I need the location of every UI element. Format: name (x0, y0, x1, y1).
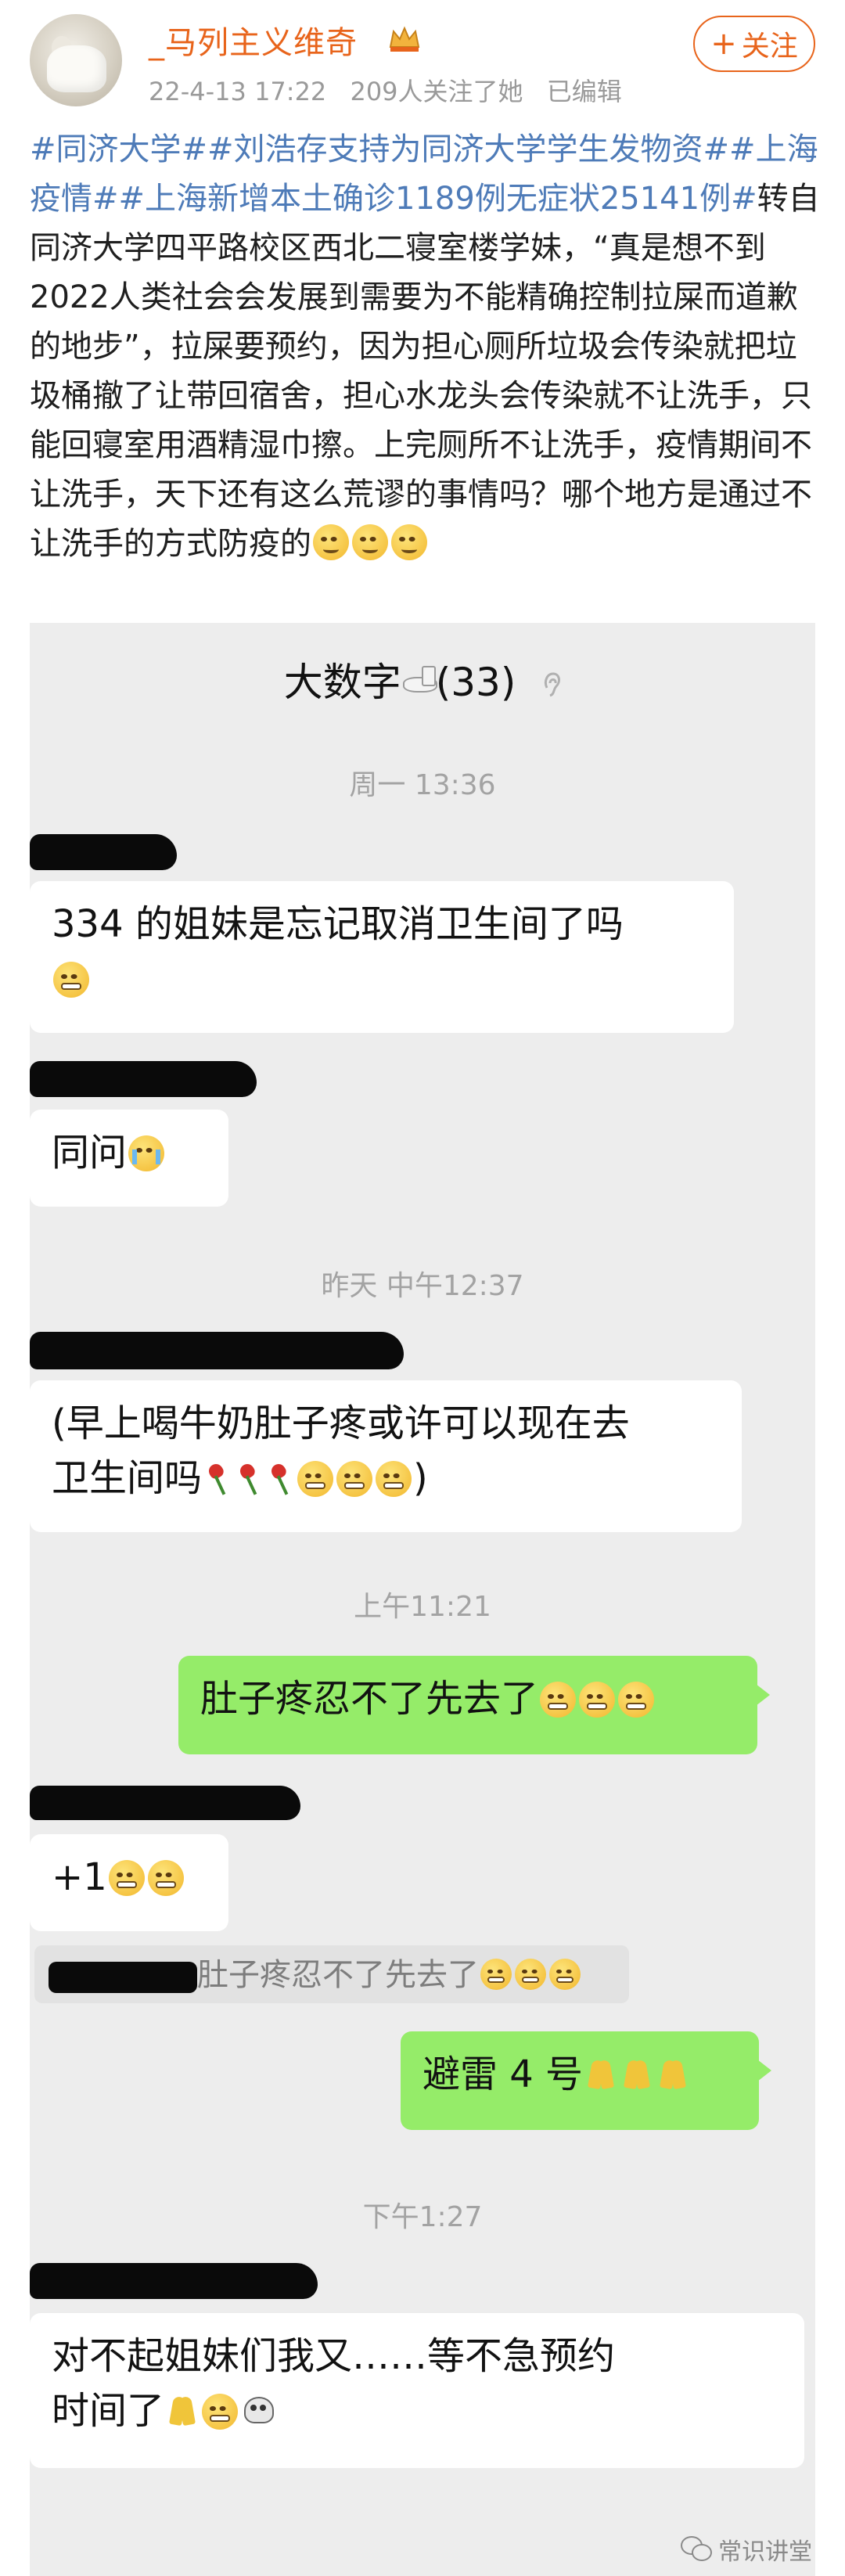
chat-timestamp: 下午1:27 (362, 2201, 483, 2233)
grimace-emoji-icon (53, 962, 89, 998)
chat-message[interactable]: +1 (30, 1834, 228, 1931)
post-body: 转自同济大学四平路校区西北二寝室楼学妹，“真是想不到2022人类社会会发展到需要… (30, 181, 820, 562)
grimace-emoji-icon (515, 1959, 546, 1990)
avatar[interactable] (30, 14, 122, 106)
chat-message-self[interactable]: 避雷 4 号 (401, 2031, 771, 2130)
wechat-icon (681, 2536, 712, 2563)
pray-hands-icon (620, 2057, 654, 2092)
toilet-icon (401, 666, 437, 700)
sweat-smile-icon (352, 524, 388, 560)
redacted-sender (30, 834, 177, 870)
follow-label: 关注 (741, 31, 798, 63)
grimace-emoji-icon (618, 1682, 655, 1718)
chat-message[interactable]: 同问 (30, 1110, 228, 1207)
skull-icon (241, 2395, 275, 2430)
chat-message[interactable]: 对不起姐妹们我又……等不急预约 时间了 (30, 2313, 804, 2468)
plus-icon: + (710, 26, 737, 62)
quoted-message[interactable]: 肚子疼忍不了先去了 (34, 1945, 629, 2003)
redacted-sender (30, 1786, 300, 1820)
edited-label: 已编辑 (546, 77, 622, 106)
chat-title: 大数字 (33) (30, 651, 815, 707)
grimace-emoji-icon (108, 1860, 145, 1896)
redacted-sender (30, 1332, 404, 1369)
post-time: 22-4-13 17:22 (149, 77, 327, 106)
grimace-emoji-icon (480, 1959, 512, 1990)
chat-message[interactable]: (早上喝牛奶肚子疼或许可以现在去 卫生间吗) (30, 1380, 742, 1532)
post-meta: 22-4-13 17:22 209人关注了她 已编辑 (149, 72, 638, 108)
pray-hands-icon (165, 2394, 200, 2428)
chat-message-self[interactable]: 肚子疼忍不了先去了 (178, 1656, 770, 1754)
username[interactable]: _马列主义维奇 (149, 17, 358, 63)
chat-timestamp: 上午11:21 (354, 1591, 491, 1623)
crying-emoji-icon (128, 1135, 165, 1171)
watermark: 常识讲堂 (681, 2532, 812, 2567)
hashtags[interactable]: #同济大学##刘浩存支持为同济大学学生发物资##上海疫情##上海新增本土确诊11… (30, 131, 818, 217)
followers-count: 209人关注了她 (350, 77, 523, 106)
wilted-rose-icon (203, 1459, 232, 1497)
grimace-emoji-icon (549, 1959, 581, 1990)
redacted-sender (49, 1962, 197, 1993)
ear-icon (545, 672, 561, 697)
pray-hands-icon (656, 2057, 690, 2092)
redacted-sender (30, 2263, 318, 2299)
crown-badge-icon (389, 26, 420, 52)
wilted-rose-icon (265, 1459, 295, 1497)
chat-timestamp: 周一 13:36 (349, 769, 496, 801)
grimace-emoji-icon (147, 1860, 184, 1896)
grimace-emoji-icon (202, 2394, 239, 2430)
chat-message[interactable]: 334 的姐妹是忘记取消卫生间了吗 (30, 881, 734, 1033)
grimace-emoji-icon (297, 1461, 334, 1497)
grimace-emoji-icon (336, 1461, 373, 1497)
post-text: #同济大学##刘浩存支持为同济大学学生发物资##上海疫情##上海新增本土确诊11… (30, 125, 820, 569)
chat-screenshot: 大数字 (33) 周一 13:36 334 的姐妹是忘记取消卫生间了吗 同问 昨天… (30, 623, 815, 2576)
redacted-sender (30, 1061, 257, 1097)
sweat-smile-icon (313, 524, 349, 560)
follow-button[interactable]: + 关注 (693, 16, 815, 72)
grimace-emoji-icon (376, 1461, 412, 1497)
wilted-rose-icon (234, 1459, 264, 1497)
chat-timestamp: 昨天 中午12:37 (321, 1270, 524, 1302)
grimace-emoji-icon (540, 1682, 577, 1718)
pray-hands-icon (584, 2057, 618, 2092)
grimace-emoji-icon (579, 1682, 616, 1718)
sweat-smile-icon (391, 524, 427, 560)
